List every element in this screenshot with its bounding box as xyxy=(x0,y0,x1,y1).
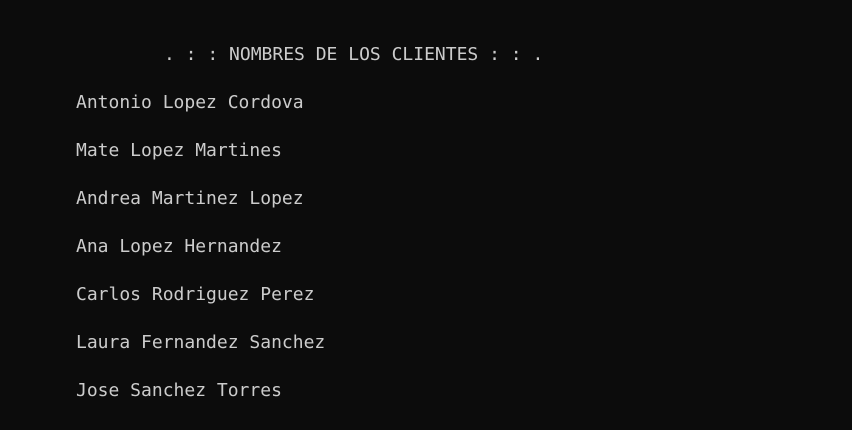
client-name: Jose Sanchez Torres xyxy=(76,380,282,401)
client-name: Laura Fernandez Sanchez xyxy=(76,332,326,353)
client-name: Mate Lopez Martines xyxy=(76,140,282,161)
client-name: Andrea Martinez Lopez xyxy=(76,188,304,209)
client-name: Antonio Lopez Cordova xyxy=(76,92,304,113)
console-title: . : : NOMBRES DE LOS CLIENTES : : . xyxy=(164,44,544,65)
client-list: Antonio Lopez Cordova Mate Lopez Martine… xyxy=(76,94,325,430)
console-window: . : : NOMBRES DE LOS CLIENTES : : . Anto… xyxy=(0,0,852,421)
client-name: Carlos Rodriguez Perez xyxy=(76,284,315,305)
client-name: Ana Lopez Hernandez xyxy=(76,236,282,257)
